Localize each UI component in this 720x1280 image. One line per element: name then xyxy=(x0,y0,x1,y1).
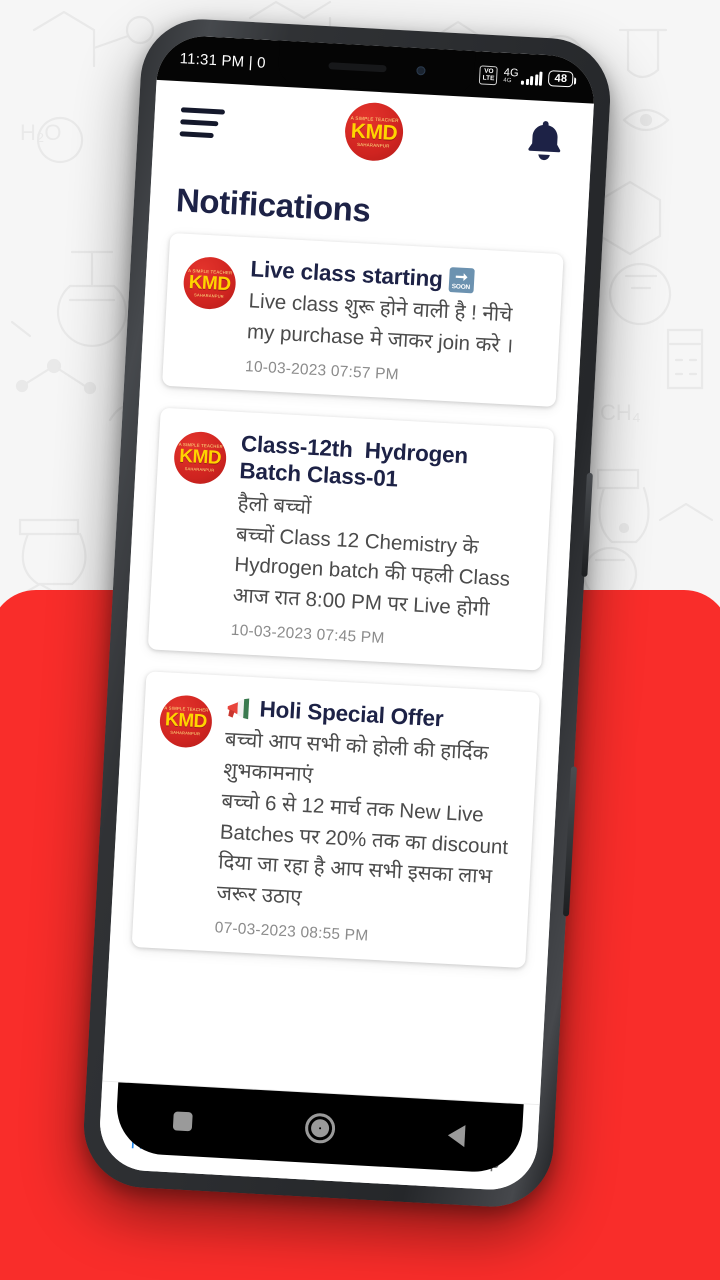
earpiece-speaker xyxy=(327,61,387,72)
notification-title-text: Class-12th Hydrogen Batch Class-01 xyxy=(238,430,475,492)
back-button[interactable] xyxy=(447,1124,466,1148)
logo-main-text: KMD xyxy=(350,119,398,145)
right-arrow-icon: ➞ xyxy=(454,268,469,287)
logo-bottom-text: SAHARANPUR xyxy=(170,729,201,737)
kmd-logo: A SIMPLE TEACHER KMD SAHARANPUR xyxy=(343,101,405,163)
notification-card[interactable]: A SIMPLE TEACHER KMD SAHARANPUR Live class … xyxy=(162,232,564,407)
megaphone-emoji xyxy=(226,696,254,719)
notifications-page: Notifications A SIMPLE TEACHER KMD SAHARAN… xyxy=(102,159,590,1105)
notification-title: Class-12th Hydrogen Batch Class-01 xyxy=(239,430,536,501)
svg-text:H₂O: H₂O xyxy=(20,120,62,145)
logo-bottom-text: SAHARANPUR xyxy=(184,466,215,474)
hamburger-icon[interactable] xyxy=(179,106,226,138)
volte-icon: VO LTE xyxy=(479,64,499,85)
logo-bottom-text: SAHARANPUR xyxy=(193,291,224,299)
notification-content: Live class starting ➞ SOON Live class शुरू … xyxy=(245,255,545,392)
phone-notch xyxy=(277,40,476,96)
home-button[interactable] xyxy=(304,1112,336,1145)
signal-bars-icon xyxy=(521,71,543,86)
notification-timestamp: 07-03-2023 08:55 PM xyxy=(214,919,369,945)
logo-main-text: KMD xyxy=(164,709,208,733)
front-camera xyxy=(415,65,426,75)
network-indicator: 4G 4G xyxy=(503,67,543,86)
notification-content: Holi Special Offer बच्चो आप सभी को होली क… xyxy=(214,693,521,952)
soon-emoji-label: SOON xyxy=(451,283,471,292)
status-time: 11:31 PM | 0 xyxy=(179,49,267,72)
phone-screen: 11:31 PM | 0 VO LTE 4G 4G 48 A SIMPLE TE… xyxy=(97,33,597,1193)
battery-indicator: 48 xyxy=(548,70,574,88)
kmd-logo: A SIMPLE TEACHER KMD SAHARANPUR xyxy=(172,430,228,486)
network-type-sub: 4G xyxy=(503,77,512,85)
notification-timestamp: 10-03-2023 07:45 PM xyxy=(230,621,385,647)
bell-icon[interactable] xyxy=(523,118,567,164)
logo-main-text: KMD xyxy=(188,271,232,295)
recents-button[interactable] xyxy=(172,1110,193,1131)
soon-arrow-emoji: ➞ SOON xyxy=(448,267,475,294)
notification-body: Live class शुरू होने वाली है ! नीचे my p… xyxy=(246,289,514,358)
kmd-logo: A SIMPLE TEACHER KMD SAHARANPUR xyxy=(182,255,238,311)
notification-body: बच्चो आप सभी को होली की हार्दिक शुभकामना… xyxy=(216,727,509,909)
notification-content: Class-12th Hydrogen Batch Class-01 हैलो ब… xyxy=(230,430,535,655)
kmd-logo: A SIMPLE TEACHER KMD SAHARANPUR xyxy=(158,693,214,749)
notification-card[interactable]: A SIMPLE TEACHER KMD SAHARANPUR Class-12th … xyxy=(147,407,555,671)
logo-main-text: KMD xyxy=(178,446,222,470)
notification-title-text: Holi Special Offer xyxy=(259,696,445,732)
svg-text:CH₄: CH₄ xyxy=(600,400,641,425)
phone-mockup: 11:31 PM | 0 VO LTE 4G 4G 48 A SIMPLE TE… xyxy=(80,16,614,1210)
status-icons: VO LTE 4G 4G 48 xyxy=(479,64,574,89)
notification-list: A SIMPLE TEACHER KMD SAHARANPUR Live class … xyxy=(110,232,586,969)
notification-body: हैलो बच्चों बच्चों Class 12 Chemistry के… xyxy=(232,491,511,621)
logo-bottom-text: SAHARANPUR xyxy=(357,141,390,149)
notification-card[interactable]: A SIMPLE TEACHER KMD SAHARANPUR Holi Specia… xyxy=(131,671,540,968)
notification-timestamp: 10-03-2023 07:57 PM xyxy=(244,358,400,384)
